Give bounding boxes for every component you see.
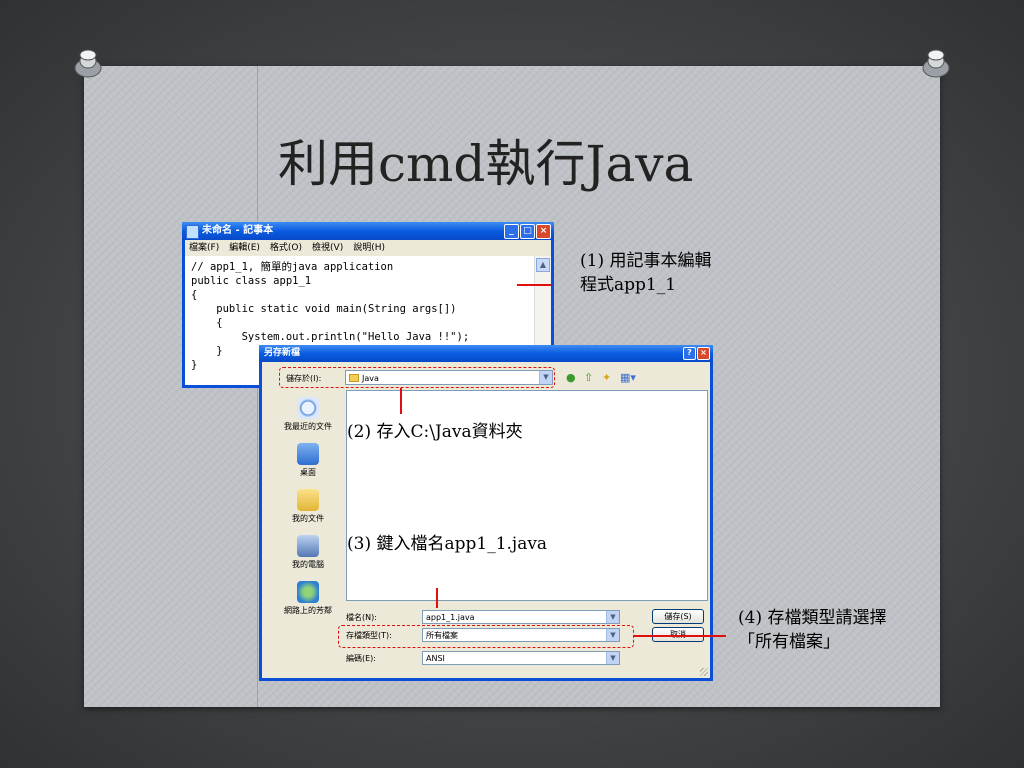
place-network[interactable]: 網路上的芳鄰 (270, 581, 346, 616)
step1-line1: (1) 用記事本編輯 (580, 251, 712, 271)
minimize-button[interactable]: _ (504, 224, 519, 239)
encoding-label: 編碼(E): (346, 654, 376, 663)
filetype-highlight (338, 625, 634, 648)
places-bar: 我最近的文件 桌面 我的文件 我的電腦 網路上的芳鄰 (270, 391, 346, 641)
notepad-titlebar[interactable]: 未命名 - 記事本 _ □ × (182, 222, 554, 240)
filename-input[interactable]: app1_1.java ▼ (422, 610, 620, 624)
pin-left-icon (74, 49, 102, 78)
filename-value: app1_1.java (426, 613, 475, 622)
save-in-highlight (279, 367, 555, 388)
menu-file[interactable]: 檔案(F) (189, 240, 219, 256)
step3-pointer-line (436, 588, 438, 608)
place-my-computer[interactable]: 我的電腦 (270, 535, 346, 570)
place-my-computer-label: 我的電腦 (292, 560, 324, 569)
scroll-up-icon[interactable]: ▲ (536, 258, 550, 272)
notepad-title-text: 未命名 - 記事本 (202, 225, 274, 236)
place-network-label: 網路上的芳鄰 (284, 606, 332, 615)
chevron-down-icon[interactable]: ▼ (606, 611, 619, 623)
my-computer-icon (297, 535, 319, 557)
step4-line2: 「所有檔案」 (738, 632, 840, 652)
notepad-icon (186, 225, 199, 239)
place-desktop[interactable]: 桌面 (270, 443, 346, 478)
menu-help[interactable]: 說明(H) (353, 240, 385, 256)
encoding-select[interactable]: ANSI ▼ (422, 651, 620, 665)
place-desktop-label: 桌面 (300, 468, 316, 477)
step3-annotation: (3) 鍵入檔名app1_1.java (347, 534, 548, 554)
filename-label: 檔名(N): (346, 613, 377, 622)
maximize-button[interactable]: □ (520, 224, 535, 239)
slide-title: 利用cmd執行Java (278, 135, 694, 193)
dialog-title-text: 另存新檔 (264, 348, 301, 358)
step4-line1: (4) 存檔類型請選擇 (738, 608, 887, 628)
close-button[interactable]: × (536, 224, 551, 239)
chevron-down-icon[interactable]: ▼ (606, 652, 619, 664)
step2-pointer-line (400, 388, 402, 414)
step1-pointer-line (517, 284, 551, 286)
step1-line2: 程式app1_1 (580, 275, 677, 295)
step4-annotation: (4) 存檔類型請選擇 「所有檔案」 (738, 606, 886, 654)
dialog-titlebar[interactable]: 另存新檔 ? × (259, 345, 713, 362)
step2-annotation: (2) 存入C:\Java資料夾 (347, 422, 523, 442)
new-folder-icon[interactable]: ✦ (602, 370, 611, 385)
menu-view[interactable]: 檢視(V) (312, 240, 343, 256)
view-menu-icon[interactable]: ▦▾ (620, 370, 636, 385)
desktop-icon (297, 443, 319, 465)
recent-documents-icon (297, 397, 319, 419)
resize-grip[interactable] (700, 668, 708, 676)
place-recent[interactable]: 我最近的文件 (270, 397, 346, 432)
menu-edit[interactable]: 編輯(E) (229, 240, 260, 256)
encoding-value: ANSI (426, 654, 445, 663)
place-my-documents-label: 我的文件 (292, 514, 324, 523)
pin-right-icon (922, 49, 950, 78)
up-folder-icon[interactable]: ⇧ (584, 370, 593, 385)
network-places-icon (297, 581, 319, 603)
step1-annotation: (1) 用記事本編輯 程式app1_1 (580, 249, 711, 297)
my-documents-icon (297, 489, 319, 511)
place-recent-label: 我最近的文件 (284, 422, 332, 431)
back-icon[interactable]: ● (566, 370, 576, 385)
notepad-menubar: 檔案(F) 編輯(E) 格式(O) 檢視(V) 說明(H) (185, 240, 551, 256)
save-button[interactable]: 儲存(S) (652, 609, 704, 624)
place-my-documents[interactable]: 我的文件 (270, 489, 346, 524)
dialog-close-button[interactable]: × (697, 347, 710, 360)
step4-pointer-line (634, 635, 726, 637)
menu-format[interactable]: 格式(O) (270, 240, 302, 256)
help-button[interactable]: ? (683, 347, 696, 360)
